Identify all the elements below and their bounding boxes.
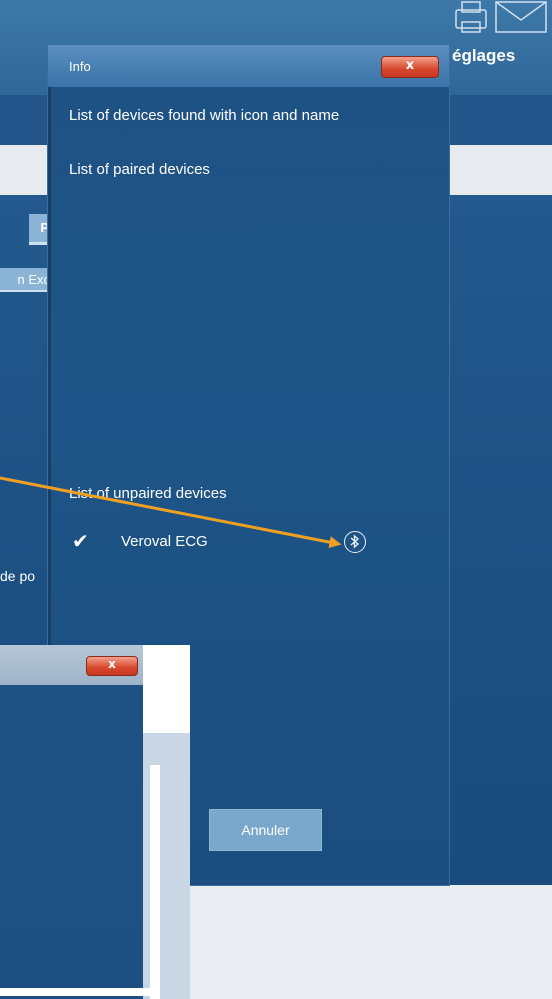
- print-icon[interactable]: [455, 1, 487, 33]
- unpaired-devices-label: List of unpaired devices: [69, 485, 227, 502]
- header-icons: [455, 1, 547, 33]
- mail-icon[interactable]: [495, 1, 547, 33]
- close-icon: x: [405, 58, 415, 73]
- close-button[interactable]: x: [381, 56, 439, 78]
- info-dialog-titlebar: Info x: [48, 45, 449, 87]
- found-devices-label: List of devices found with icon and name: [69, 107, 340, 124]
- device-name[interactable]: Veroval ECG: [121, 533, 208, 550]
- secondary-dialog-titlebar: x: [0, 645, 143, 685]
- info-dialog-title: Info: [69, 59, 91, 74]
- secondary-dialog-input[interactable]: [0, 988, 158, 996]
- close-icon: x: [108, 657, 116, 671]
- secondary-dialog: x: [0, 645, 190, 999]
- partial-text: de po: [0, 568, 36, 584]
- partial-button-export[interactable]: n Exc: [0, 268, 52, 292]
- secondary-dialog-body: [0, 685, 143, 999]
- cancel-button[interactable]: Annuler: [209, 809, 322, 851]
- secondary-close-button[interactable]: x: [86, 656, 138, 676]
- checkmark-icon: ✔: [72, 531, 89, 553]
- settings-title: églages: [452, 46, 516, 65]
- paired-devices-label: List of paired devices: [69, 161, 210, 178]
- secondary-dialog-scroll-area: [150, 765, 160, 999]
- bluetooth-icon[interactable]: [344, 531, 366, 553]
